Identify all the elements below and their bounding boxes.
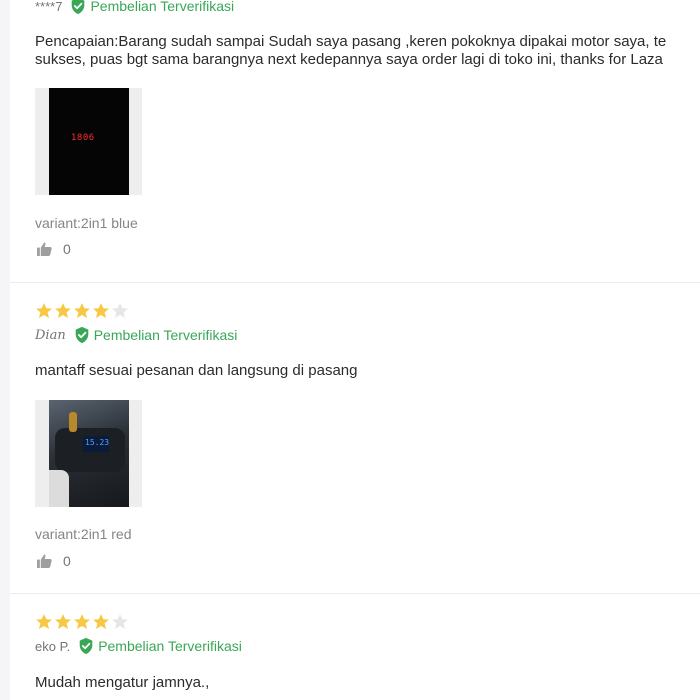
star-filled-icon — [36, 303, 52, 319]
review-text-line: Pencapaian:Barang sudah sampai Sudah say… — [35, 33, 667, 50]
like-button[interactable]: 0 — [37, 241, 71, 257]
star-empty-icon — [112, 614, 128, 630]
verified-purchase-label: Pembelian Terverifikasi — [93, 327, 238, 343]
photo-display-reading: 15.23 — [85, 438, 110, 447]
rating-stars — [35, 302, 129, 320]
verified-purchase-label: Pembelian Terverifikasi — [98, 638, 242, 654]
rating-stars — [35, 613, 129, 631]
verified-check-icon — [79, 637, 93, 655]
clock-photo: 1806 — [49, 88, 129, 195]
star-filled-icon — [74, 303, 90, 319]
like-count: 0 — [63, 553, 71, 569]
review-photo[interactable]: 15.23 — [35, 400, 142, 507]
grip-end — [49, 470, 69, 507]
star-filled-icon — [36, 614, 52, 630]
review-divider — [10, 593, 700, 594]
thumbs-up-icon — [37, 242, 52, 256]
star-filled-icon — [93, 303, 109, 319]
review-variant: variant:2in1 blue — [35, 215, 138, 231]
review-author: Dian — [35, 327, 66, 343]
verified-purchase-label: Pembelian Terverifikasi — [90, 0, 235, 14]
review-author: ****7 — [35, 0, 63, 14]
review-text-line: sukses, puas bgt sama barangnya next ked… — [35, 51, 663, 68]
review-text: Mudah mengatur jamnya., — [35, 674, 210, 691]
review-header: ****7 Pembelian Terverifikasi — [35, 0, 234, 15]
verified-check-icon — [72, 0, 85, 15]
handlebar-photo: 15.23 — [49, 400, 129, 507]
review-text: mantaff sesuai pesanan dan langsung di p… — [35, 362, 358, 379]
led-display: 15.23 — [83, 436, 109, 452]
review-photo[interactable]: 1806 — [35, 88, 142, 195]
like-count: 0 — [63, 241, 71, 257]
review-header: Dian Pembelian Terverifikasi — [35, 326, 237, 344]
review-variant: variant:2in1 red — [35, 526, 132, 542]
review-header: eko P. Pembelian Terverifikasi — [35, 637, 242, 655]
verified-check-icon — [75, 326, 89, 344]
like-button[interactable]: 0 — [37, 553, 71, 569]
star-filled-icon — [55, 303, 71, 319]
review-text: Pencapaian:Barang sudah sampai Sudah say… — [35, 33, 700, 69]
star-filled-icon — [93, 614, 109, 630]
reviews-panel: ****7 Pembelian Terverifikasi Pencapaian… — [10, 0, 700, 700]
star-filled-icon — [74, 614, 90, 630]
review-divider — [10, 282, 700, 283]
review-author: eko P. — [35, 638, 71, 654]
star-filled-icon — [55, 614, 71, 630]
brass-screw — [69, 412, 77, 432]
star-empty-icon — [112, 303, 128, 319]
photo-display-reading: 1806 — [71, 133, 95, 143]
thumbs-up-icon — [37, 554, 52, 568]
